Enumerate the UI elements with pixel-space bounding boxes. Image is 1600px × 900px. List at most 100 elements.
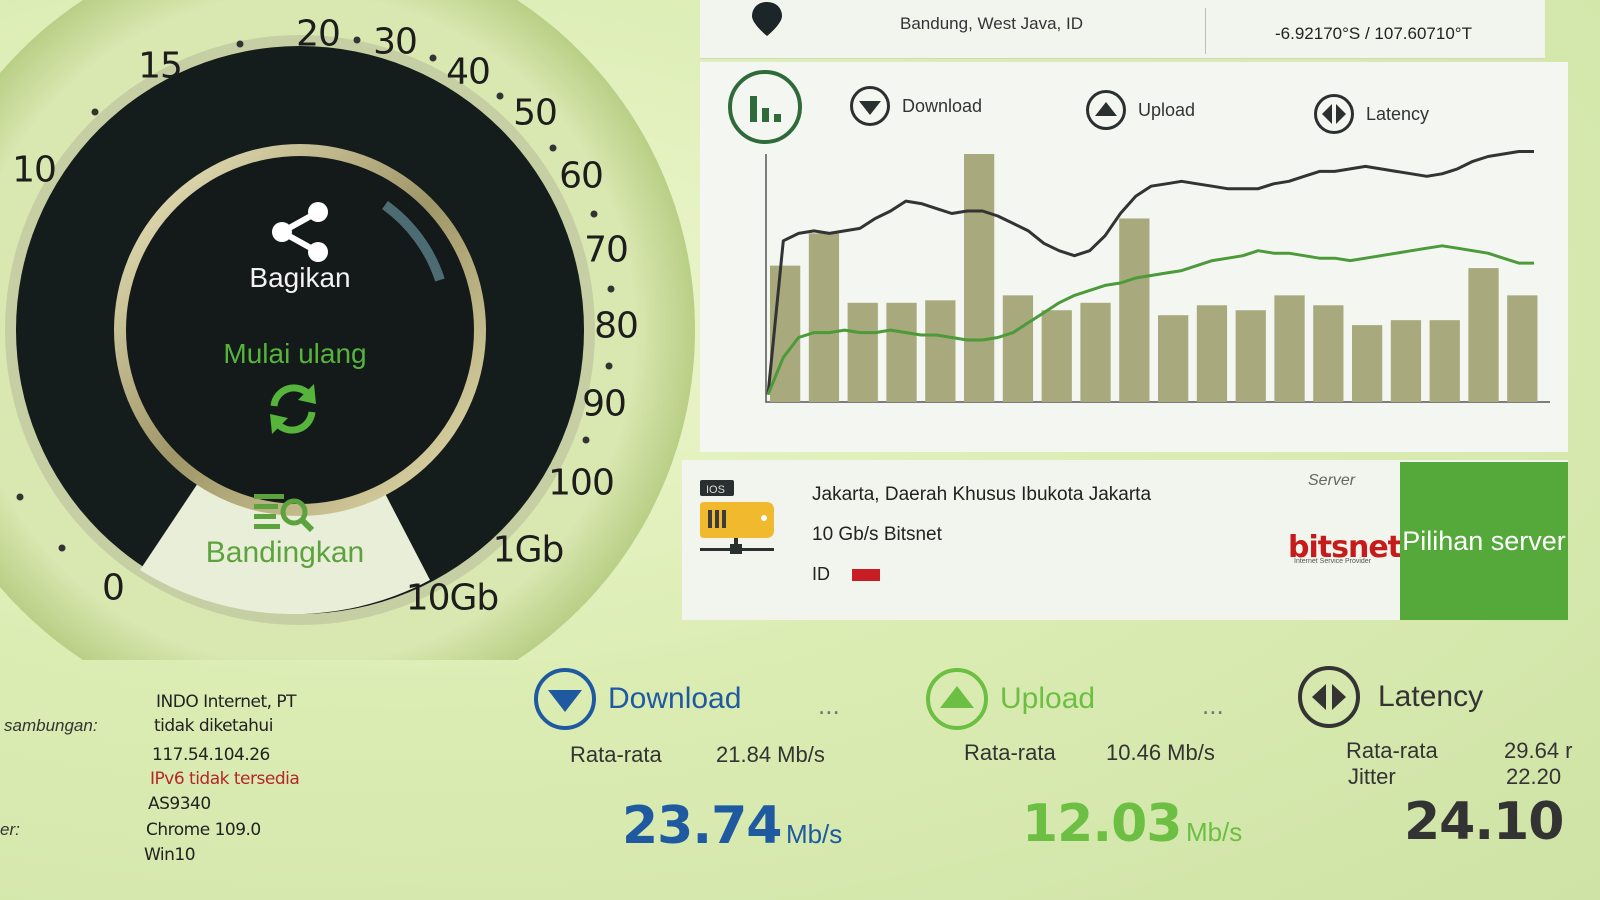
chart-bar <box>1002 295 1034 402</box>
latency-icon <box>1314 94 1354 134</box>
gauge-minor-tick <box>429 54 437 62</box>
compare-icon[interactable] <box>252 490 316 534</box>
upload-icon <box>926 668 988 730</box>
browser-label: er: <box>0 820 20 839</box>
server-country: ID <box>812 564 880 585</box>
gauge-tick: 20 <box>296 13 341 55</box>
chart-bar <box>964 154 995 402</box>
chart-bar <box>1507 295 1538 402</box>
latency-icon <box>1298 666 1360 728</box>
gauge-minor-tick <box>91 108 99 116</box>
download-unit: Mb/s <box>785 819 843 849</box>
map-pin-icon <box>752 2 782 36</box>
gauge-tick: 90 <box>582 383 627 425</box>
speed-gauge: 0 10 15 20 30 40 50 60 70 80 90 100 1Gb … <box>0 0 720 660</box>
client-coordinates: -6.92170°S / 107.60710°T <box>1275 24 1472 43</box>
upload-result-header: Upload <box>926 668 1095 730</box>
chart-bar <box>886 302 917 402</box>
upload-icon <box>1086 90 1126 130</box>
chart-bar <box>1274 295 1305 402</box>
gauge-tick: 100 <box>548 462 615 504</box>
compare-label[interactable]: Bandingkan <box>170 536 400 570</box>
jitter-label: Jitter <box>1348 764 1396 789</box>
gauge-tick: 80 <box>594 305 639 347</box>
latency-title: Latency <box>1378 680 1484 713</box>
jitter-value: 22.20 <box>1506 764 1562 789</box>
latency-avg-value: 29.64 r <box>1504 738 1573 763</box>
divider <box>1205 8 1206 54</box>
connection-type: tidak diketahui <box>154 716 273 736</box>
chart-toggle-button[interactable] <box>728 70 802 144</box>
gauge-minor-tick <box>582 436 590 444</box>
chart-bar <box>808 233 840 402</box>
country-code: ID <box>812 564 830 584</box>
gauge-tick: 10Gb <box>405 577 500 619</box>
speed-history-chart <box>765 150 1550 403</box>
download-avg-label: Rata-rata <box>570 742 662 767</box>
select-server-button[interactable]: Pilihan server <box>1400 462 1568 620</box>
latency-value: 24.10 <box>1404 792 1564 852</box>
legend-label: Latency <box>1366 103 1430 124</box>
gauge-minor-tick <box>58 544 66 552</box>
location-bar: Bandung, West Java, ID -6.92170°S / 107.… <box>700 0 1545 59</box>
chart-bar <box>1313 305 1344 402</box>
chart-panel: Download Upload Latency <box>700 62 1568 452</box>
upload-more-button[interactable]: ... <box>1202 690 1224 721</box>
client-os: Win10 <box>144 845 196 865</box>
chart-bar <box>925 300 956 402</box>
gauge-minor-tick <box>236 40 244 48</box>
upload-speed: 12.03 Mb/s <box>1022 794 1242 854</box>
download-icon <box>534 668 596 730</box>
chart-bar <box>1429 320 1460 402</box>
legend-label: Download <box>902 95 983 116</box>
chart-bar <box>1119 218 1150 402</box>
latency-result: 24.10 <box>1404 792 1564 852</box>
chart-bar <box>1390 320 1422 402</box>
client-asn: AS9340 <box>148 794 211 814</box>
legend-upload[interactable]: Upload <box>1086 90 1195 130</box>
client-ipv6: IPv6 tidak tersedia <box>150 769 300 789</box>
download-icon <box>850 86 890 126</box>
download-result-header: Download <box>534 668 741 730</box>
share-label[interactable]: Bagikan <box>200 262 400 294</box>
legend-label: Upload <box>1138 99 1196 120</box>
share-icon[interactable] <box>262 200 342 264</box>
bar-chart-icon <box>761 108 769 122</box>
chart-bar <box>1468 268 1499 402</box>
legend-latency[interactable]: Latency <box>1314 94 1429 134</box>
bar-chart-icon <box>749 96 757 122</box>
chart-bar <box>1235 310 1266 402</box>
download-more-button[interactable]: ... <box>818 690 840 721</box>
gauge-tick: 40 <box>446 51 491 93</box>
upload-title: Upload <box>1000 682 1096 715</box>
chart-bar <box>847 302 878 402</box>
server-icon: IOS <box>700 480 774 554</box>
upload-avg-label: Rata-rata <box>964 740 1056 765</box>
gauge-tick: 50 <box>513 92 558 134</box>
legend-download[interactable]: Download <box>850 86 982 126</box>
restart-label[interactable]: Mulai ulang <box>170 338 420 370</box>
server-label: Server <box>1308 472 1356 489</box>
gauge-tick: 1Gb <box>492 529 565 571</box>
client-isp: INDO Internet, PT <box>156 692 297 712</box>
refresh-icon[interactable] <box>262 378 324 440</box>
country-flag-icon <box>852 568 880 581</box>
server-provider: 10 Gb/s Bitsnet <box>812 524 942 545</box>
gauge-tick: 70 <box>584 229 629 271</box>
upload-unit: Mb/s <box>1185 817 1243 847</box>
server-panel: IOS Jakarta, Daerah Khusus Ibukota Jakar… <box>682 460 1568 620</box>
download-value: 23.74 <box>622 796 782 856</box>
gauge-minor-tick <box>607 285 615 293</box>
chart-bar <box>1041 310 1072 402</box>
download-title: Download <box>608 682 742 715</box>
gauge-minor-tick <box>590 210 598 218</box>
chart-bar <box>1352 325 1383 402</box>
server-location: Jakarta, Daerah Khusus Ibukota Jakarta <box>812 484 1152 505</box>
chart-bar <box>1080 302 1111 402</box>
gauge-tick: 10 <box>12 149 57 191</box>
svg-text:IOS: IOS <box>706 484 725 496</box>
latency-result-header: Latency <box>1298 666 1483 728</box>
gauge-tick: 0 <box>102 567 125 609</box>
server-logo-subtext: Internet Service Provider <box>1294 558 1372 565</box>
download-avg-value: 21.84 Mb/s <box>716 742 825 767</box>
